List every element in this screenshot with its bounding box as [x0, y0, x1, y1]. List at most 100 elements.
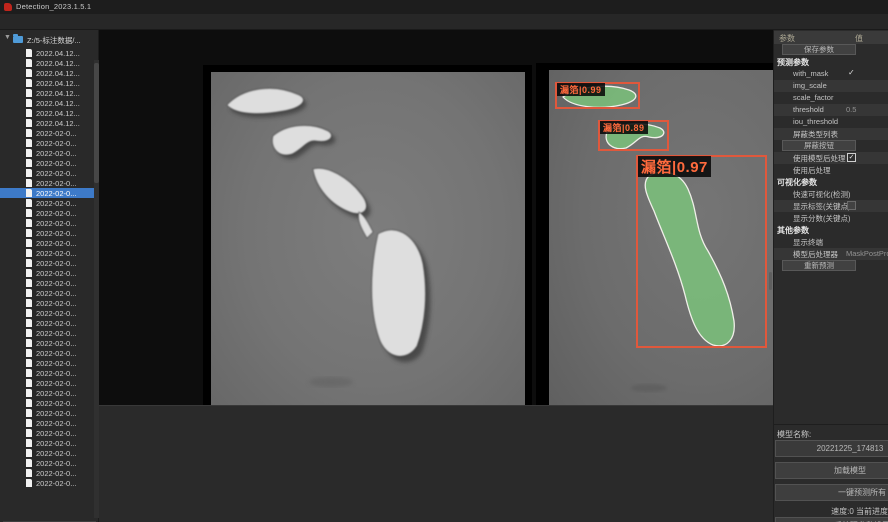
file-icon: [26, 179, 32, 187]
tree-item[interactable]: 2022-02-0...: [0, 398, 99, 408]
panel-splitter-grip[interactable]: [769, 272, 772, 290]
tree-item-label: 2022-02-0...: [36, 229, 76, 238]
tree-item[interactable]: 2022-02-0...: [0, 268, 99, 278]
tree-item-label: 2022-02-0...: [36, 289, 76, 298]
model-name-label: 模型名称:: [777, 429, 811, 440]
param-row: iou_threshold: [774, 116, 888, 128]
tree-item-label: 2022-02-0...: [36, 389, 76, 398]
tree-item[interactable]: 2022-02-0...: [0, 378, 99, 388]
param-button[interactable]: 重新预测: [782, 260, 856, 271]
tree-item[interactable]: 2022-02-0...: [0, 358, 99, 368]
load-model-button[interactable]: 加载模型: [775, 462, 888, 479]
tree-item[interactable]: 2022.04.12...: [0, 98, 99, 108]
tree-item-label: 2022-02-0...: [36, 199, 76, 208]
tree-root-item[interactable]: ▼ Z:/5-标注数据/...: [0, 34, 99, 45]
tree-item[interactable]: 2022-02-0...: [0, 158, 99, 168]
tree-item[interactable]: 2022-02-0...: [0, 238, 99, 248]
file-icon: [26, 429, 32, 437]
file-icon: [26, 439, 32, 447]
tree-item[interactable]: 2022-02-0...: [0, 308, 99, 318]
tree-item[interactable]: 2022-02-0...: [0, 218, 99, 228]
param-row: 屏蔽类型列表: [774, 128, 888, 140]
param-row: 预测参数: [774, 56, 888, 68]
postprocess-params-button[interactable]: 后处理参数设置: [775, 517, 888, 522]
tree-item-label: 2022-02-0...: [36, 359, 76, 368]
log-area: 日志: 2023-01-11 16:16:14,435 |INFO| - Res…: [99, 405, 773, 522]
tree-item-label: 2022-02-0...: [36, 219, 76, 228]
tree-item-label: 2022-02-0...: [36, 339, 76, 348]
tree-item[interactable]: 2022-02-0...: [0, 298, 99, 308]
original-image[interactable]: [211, 72, 525, 426]
checkbox-unchecked[interactable]: [847, 201, 856, 210]
file-icon: [26, 199, 32, 207]
tree-item[interactable]: 2022-02-0...: [0, 478, 99, 488]
tree-item[interactable]: 2022-02-0...: [0, 318, 99, 328]
tree-item[interactable]: 2022-02-0...: [0, 168, 99, 178]
predict-all-button[interactable]: 一键预测所有: [775, 484, 888, 501]
tree-item[interactable]: 2022.04.12...: [0, 48, 99, 58]
tree-item[interactable]: 2022-02-0...: [0, 468, 99, 478]
tree-item[interactable]: 2022.04.12...: [0, 88, 99, 98]
param-row: 保存参数: [774, 44, 888, 56]
tree-item[interactable]: 2022.04.12...: [0, 58, 99, 68]
tree-item[interactable]: 2022-02-0...: [0, 278, 99, 288]
tree-item-label: 2022.04.12...: [36, 89, 80, 98]
tree-item[interactable]: 2022-02-0...: [0, 128, 99, 138]
tree-item-label: 2022-02-0...: [36, 349, 76, 358]
tree-item[interactable]: 2022.04.12...: [0, 118, 99, 128]
param-row: 显示标签(关键点): [774, 200, 888, 212]
param-value: 0.5: [846, 105, 856, 114]
tree-item-label: 2022-02-0...: [36, 149, 76, 158]
file-icon: [26, 469, 32, 477]
tree-item[interactable]: 2022-02-0...: [0, 198, 99, 208]
tree-item-label: 2022.04.12...: [36, 99, 80, 108]
tree-item[interactable]: 2022-02-0...: [0, 148, 99, 158]
tree-item[interactable]: 2022-02-0...: [0, 348, 99, 358]
tree-item[interactable]: 2022-02-0...: [0, 178, 99, 188]
tree-item[interactable]: 2022-02-0...: [0, 428, 99, 438]
file-icon: [26, 419, 32, 427]
checkbox-checked[interactable]: ✓: [847, 153, 856, 162]
tree-item-label: 2022-02-0...: [36, 249, 76, 258]
param-row: img_scale: [774, 80, 888, 92]
tree-item[interactable]: 2022-02-0...: [0, 208, 99, 218]
tree-item[interactable]: 2022-02-0...: [0, 438, 99, 448]
file-icon: [26, 189, 32, 197]
tree-item[interactable]: 2022-02-0...: [0, 418, 99, 428]
param-row: 显示终端: [774, 236, 888, 248]
param-label: img_scale: [793, 81, 827, 90]
tree-item[interactable]: 2022-02-0...: [0, 288, 99, 298]
tree-item[interactable]: 2022-02-0...: [0, 188, 99, 198]
param-row: 其他参数: [774, 224, 888, 236]
menu-bar: 设置选项 导入模型后处理: [0, 14, 888, 30]
file-tree[interactable]: ▼ Z:/5-标注数据/... 2022.04.12...2022.04.12.…: [0, 30, 99, 488]
file-icon: [26, 299, 32, 307]
param-button[interactable]: 保存参数: [782, 44, 856, 55]
tree-item[interactable]: 2022-02-0...: [0, 258, 99, 268]
speed-progress-status: 速度:0 当前进度: [775, 506, 888, 517]
tree-item[interactable]: 2022-02-0...: [0, 388, 99, 398]
tree-item-label: 2022-02-0...: [36, 309, 76, 318]
model-name-value[interactable]: 20221225_174813: [775, 440, 888, 457]
tree-item[interactable]: 2022.04.12...: [0, 108, 99, 118]
tree-item[interactable]: 2022.04.12...: [0, 68, 99, 78]
tree-item[interactable]: 2022-02-0...: [0, 328, 99, 338]
tree-item[interactable]: 2022-02-0...: [0, 408, 99, 418]
param-row: 显示分数(关键点): [774, 212, 888, 224]
param-label: 快速可视化(检测): [793, 189, 851, 200]
tree-item[interactable]: 2022-02-0...: [0, 458, 99, 468]
tree-item[interactable]: 2022-02-0...: [0, 448, 99, 458]
caret-down-icon[interactable]: ▼: [4, 34, 11, 41]
tree-item[interactable]: 2022-02-0...: [0, 228, 99, 238]
tree-item[interactable]: 2022-02-0...: [0, 138, 99, 148]
tree-item[interactable]: 2022-02-0...: [0, 368, 99, 378]
file-icon: [26, 149, 32, 157]
params-table-rows: 保存参数预测参数with_mask✓img_scalescale_factort…: [774, 44, 888, 272]
detection-label: 漏箔|0.99: [557, 83, 605, 96]
tree-item[interactable]: 2022-02-0...: [0, 338, 99, 348]
tree-item[interactable]: 2022.04.12...: [0, 78, 99, 88]
param-button[interactable]: 屏蔽按钮: [782, 140, 856, 151]
tree-item[interactable]: 2022-02-0...: [0, 248, 99, 258]
file-icon: [26, 119, 32, 127]
checkmark-icon[interactable]: ✓: [848, 68, 855, 77]
